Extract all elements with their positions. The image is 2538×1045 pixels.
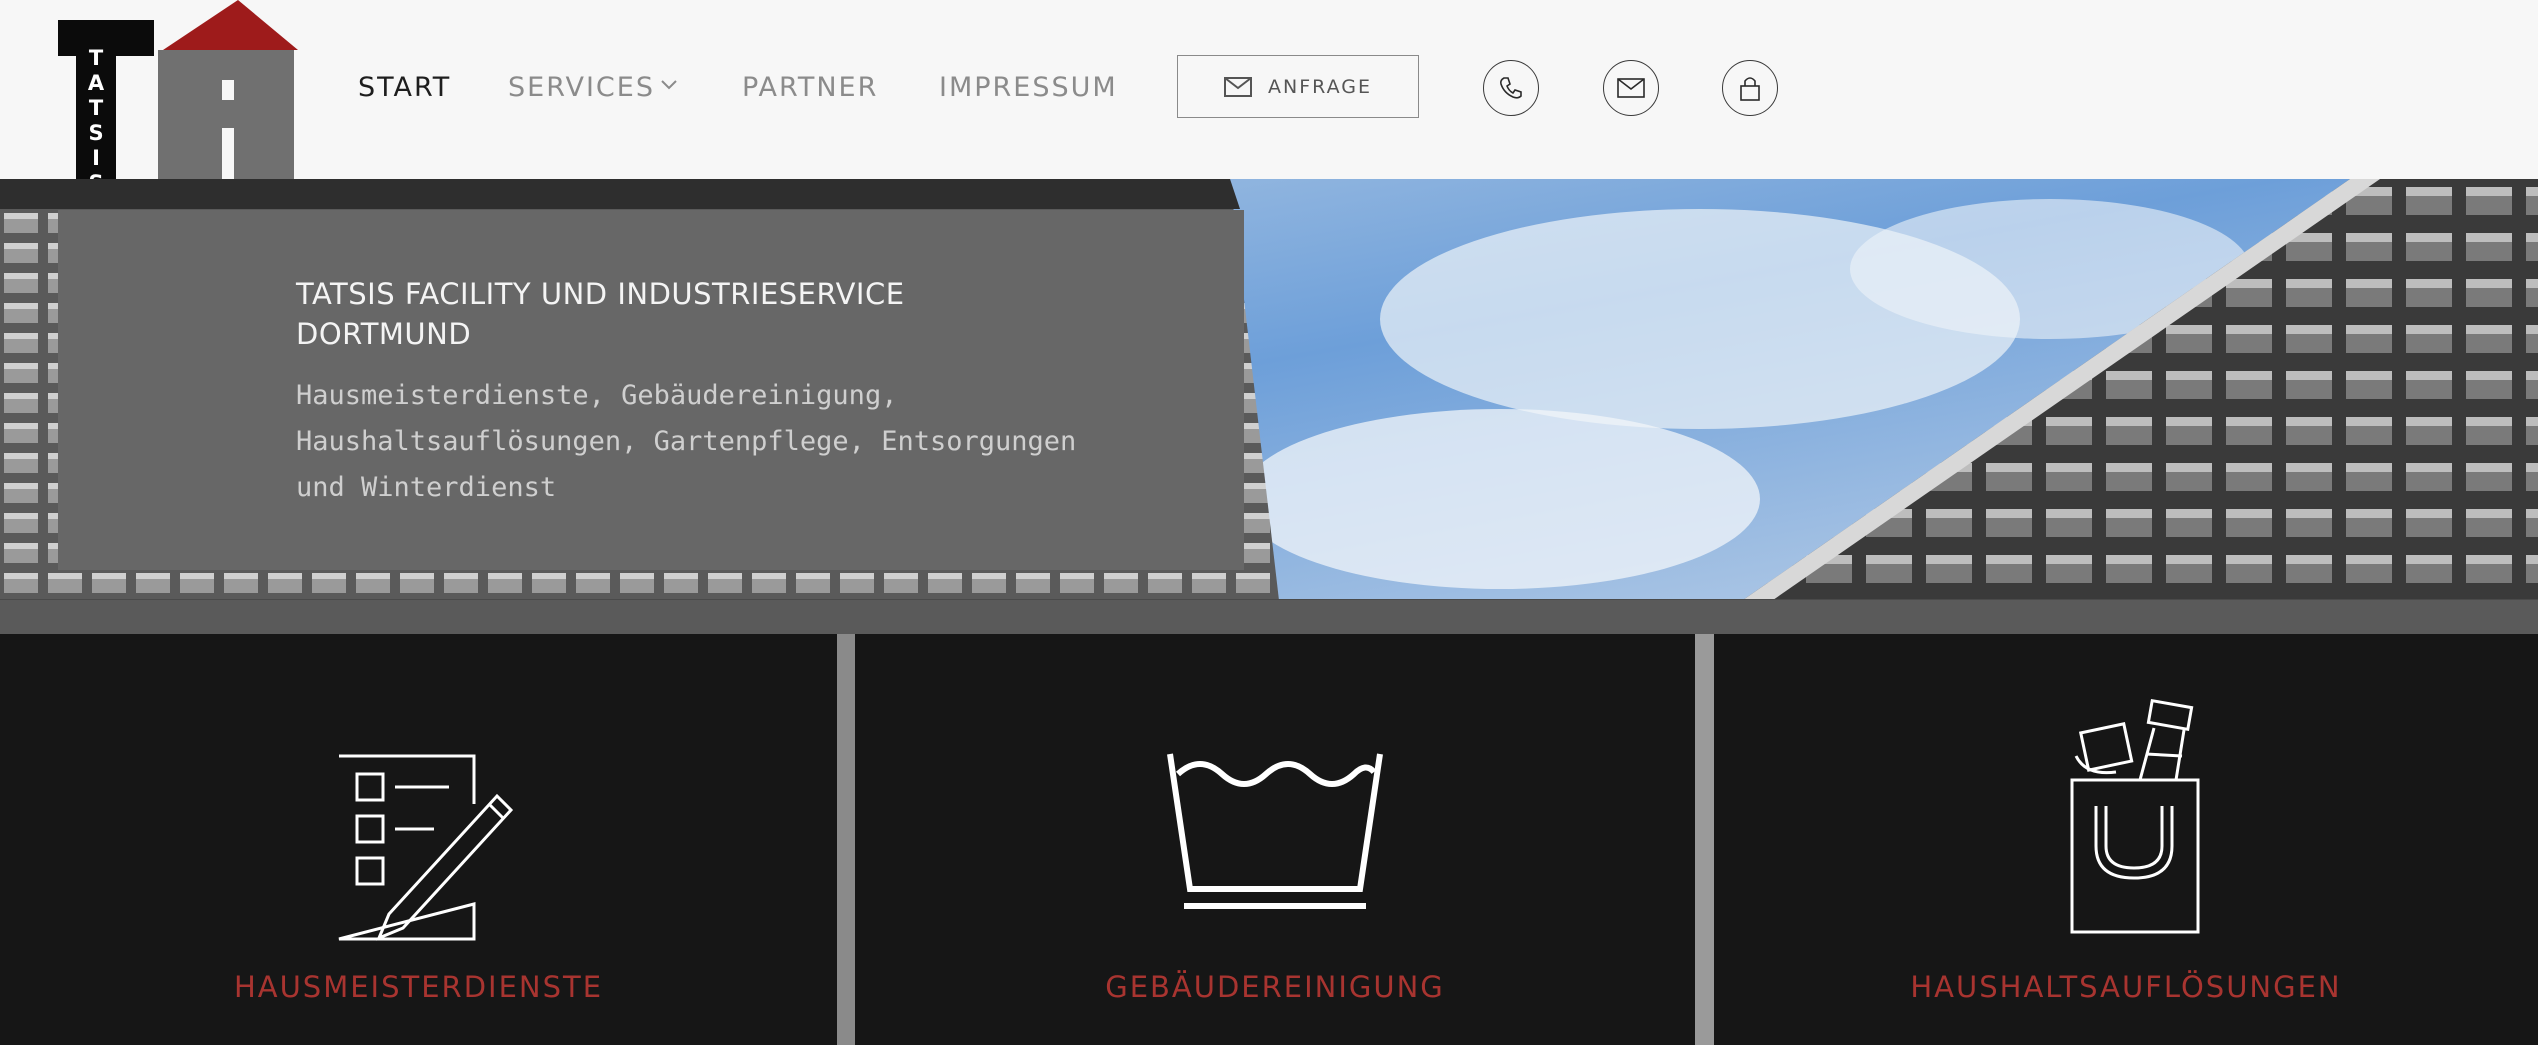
tfi-logo[interactable]: TATSIS [58, 0, 298, 195]
phone-icon [1500, 77, 1522, 99]
service-title: GEBÄUDEREINIGUNG [1105, 970, 1445, 1004]
lock-icon [1740, 77, 1760, 101]
service-title: HAUSHALTSAUFLÖSUNGEN [1910, 970, 2342, 1004]
hero-subtitle: Hausmeisterdienste, Gebäudereinigung, Ha… [296, 380, 1077, 503]
service-card-hausmeisterdienste[interactable]: HAUSMEISTERDIENSTE [0, 634, 837, 1045]
nav-services[interactable]: SERVICES [508, 72, 655, 103]
wash-basin-icon [1167, 753, 1383, 909]
anfrage-button[interactable]: ANFRAGE [1177, 55, 1419, 118]
hero-title: TATSIS FACILITY UND INDUSTRIESERVICE DOR… [296, 277, 905, 351]
service-title: HAUSMEISTERDIENSTE [233, 970, 604, 1004]
phone-button[interactable] [1483, 60, 1539, 116]
checklist-pencil-icon [338, 754, 513, 941]
mail-icon [1617, 78, 1645, 98]
mail-button[interactable] [1603, 60, 1659, 116]
moving-bag-icon [2070, 698, 2200, 934]
login-button[interactable] [1722, 60, 1778, 116]
envelope-icon [1224, 76, 1253, 97]
service-card-haushaltsaufloesungen[interactable]: HAUSHALTSAUFLÖSUNGEN [1714, 634, 2538, 1045]
anfrage-label: ANFRAGE [1268, 75, 1372, 98]
chevron-down-icon[interactable] [660, 78, 678, 96]
service-card-gebaeudereinigung[interactable]: GEBÄUDEREINIGUNG [855, 634, 1695, 1045]
nav-impressum[interactable]: IMPRESSUM [939, 72, 1118, 103]
nav-partner[interactable]: PARTNER [742, 72, 878, 103]
logo-vertical-text: TATSIS [87, 46, 105, 195]
nav-start[interactable]: START [358, 72, 451, 103]
